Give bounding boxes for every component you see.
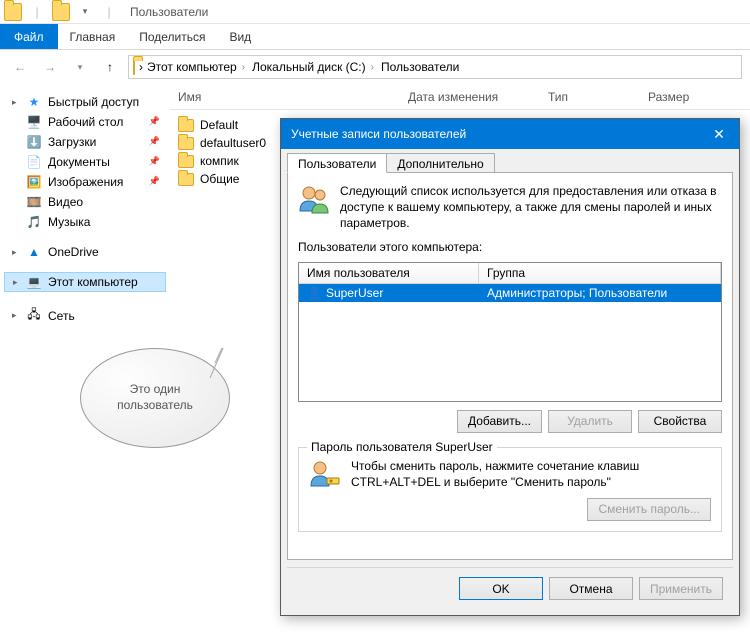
column-headers: Имя Дата изменения Тип Размер <box>170 84 750 110</box>
file-name: Default <box>200 118 238 132</box>
sidebar-this-pc[interactable]: 💻 Этот компьютер <box>4 272 166 292</box>
remove-button[interactable]: Удалить <box>548 410 632 433</box>
dialog-tabs: Пользователи Дополнительно <box>281 149 739 173</box>
forward-button[interactable]: → <box>38 55 62 79</box>
up-button[interactable]: ↑ <box>98 55 122 79</box>
apply-button[interactable]: Применить <box>639 577 723 600</box>
music-icon: 🎵 <box>26 215 42 229</box>
pictures-icon: 🖼️ <box>26 175 42 189</box>
col-group[interactable]: Группа <box>479 263 721 283</box>
tab-view[interactable]: Вид <box>217 24 263 49</box>
users-list-label: Пользователи этого компьютера: <box>298 240 722 254</box>
dialog-body: Следующий список используется для предос… <box>287 172 733 560</box>
col-size[interactable]: Размер <box>640 90 720 104</box>
sidebar-item-downloads[interactable]: ⬇️ Загрузки <box>4 132 166 152</box>
downloads-icon: ⬇️ <box>26 135 42 149</box>
password-hint-text: Чтобы сменить пароль, нажмите сочетание … <box>351 458 711 490</box>
file-name: Общие <box>200 172 239 186</box>
sidebar-item-music[interactable]: 🎵 Музыка <box>4 212 166 232</box>
dialog-titlebar[interactable]: Учетные записи пользователей ✕ <box>281 119 739 149</box>
qat-separator: | <box>28 3 46 21</box>
user-row[interactable]: 👤 SuperUser Администраторы; Пользователи <box>299 284 721 302</box>
videos-icon: 🎞️ <box>26 195 42 209</box>
qat-separator: | <box>100 3 118 21</box>
key-icon <box>309 458 341 490</box>
chevron-right-icon[interactable]: › <box>239 62 248 73</box>
sidebar-quick-access[interactable]: ★ Быстрый доступ <box>4 92 166 112</box>
documents-icon: 📄 <box>26 155 42 169</box>
back-button[interactable]: ← <box>8 55 32 79</box>
ok-button[interactable]: OK <box>459 577 543 600</box>
desktop-icon: 🖥️ <box>26 115 42 129</box>
sidebar-item-documents[interactable]: 📄 Документы <box>4 152 166 172</box>
window-titlebar: | ▾ | Пользователи <box>0 0 750 24</box>
ribbon: Файл Главная Поделиться Вид <box>0 24 750 50</box>
user-accounts-dialog: Учетные записи пользователей ✕ Пользоват… <box>280 118 740 616</box>
sidebar-item-label: OneDrive <box>48 245 99 259</box>
password-groupbox: Пароль пользователя SuperUser Чтобы смен… <box>298 447 722 532</box>
star-icon: ★ <box>26 95 42 109</box>
recent-dropdown[interactable]: ▾ <box>68 55 92 79</box>
sidebar-item-label: Быстрый доступ <box>48 95 139 109</box>
sidebar-item-label: Загрузки <box>48 135 96 149</box>
tab-file[interactable]: Файл <box>0 24 58 49</box>
cancel-button[interactable]: Отмена <box>549 577 633 600</box>
sidebar-item-videos[interactable]: 🎞️ Видео <box>4 192 166 212</box>
sidebar-network[interactable]: 🖧 Сеть <box>4 302 166 329</box>
dialog-title: Учетные записи пользователей <box>291 127 466 141</box>
sidebar-item-label: Этот компьютер <box>48 275 138 289</box>
col-username[interactable]: Имя пользователя <box>299 263 479 283</box>
sidebar-item-label: Документы <box>48 155 110 169</box>
folder-icon <box>4 3 22 21</box>
breadcrumb-users[interactable]: Пользователи <box>381 60 459 74</box>
address-bar[interactable]: › Этот компьютер› Локальный диск (C:)› П… <box>128 55 742 79</box>
cloud-icon: ▲ <box>26 245 42 259</box>
chevron-right-icon[interactable]: › <box>139 60 143 74</box>
folder-icon <box>178 155 194 168</box>
tab-advanced[interactable]: Дополнительно <box>386 153 494 173</box>
users-listview[interactable]: Имя пользователя Группа 👤 SuperUser Админ… <box>298 262 722 402</box>
breadcrumb-drive-c[interactable]: Локальный диск (C:) <box>252 60 366 74</box>
properties-button[interactable]: Свойства <box>638 410 722 433</box>
file-name: компик <box>200 154 239 168</box>
sidebar-item-label: Сеть <box>48 309 75 323</box>
user-group: Администраторы; Пользователи <box>479 284 721 302</box>
user-name: SuperUser <box>326 286 383 300</box>
folder-icon <box>133 60 135 74</box>
add-button[interactable]: Добавить... <box>457 410 542 433</box>
sidebar-onedrive[interactable]: ▲ OneDrive <box>4 242 166 262</box>
user-icon: 👤 <box>307 286 322 300</box>
change-password-button[interactable]: Сменить пароль... <box>587 498 711 521</box>
folder-icon <box>178 137 194 150</box>
file-name: defaultuser0 <box>200 136 266 150</box>
col-date[interactable]: Дата изменения <box>400 90 540 104</box>
chevron-right-icon[interactable]: › <box>368 62 377 73</box>
dialog-footer: OK Отмена Применить <box>287 567 733 609</box>
qat-dropdown-icon[interactable]: ▾ <box>76 3 94 21</box>
col-name[interactable]: Имя <box>170 90 400 104</box>
network-icon: 🖧 <box>26 305 42 326</box>
sidebar-item-pictures[interactable]: 🖼️ Изображения <box>4 172 166 192</box>
sidebar-item-label: Изображения <box>48 175 123 189</box>
computer-icon: 💻 <box>26 275 42 289</box>
sidebar-item-label: Видео <box>48 195 83 209</box>
folder-icon <box>178 119 194 132</box>
users-icon <box>298 183 330 215</box>
tab-users[interactable]: Пользователи <box>287 153 387 173</box>
folder-icon <box>178 173 194 186</box>
window-title: Пользователи <box>130 5 208 19</box>
groupbox-title: Пароль пользователя SuperUser <box>307 440 497 454</box>
sidebar-item-label: Музыка <box>48 215 90 229</box>
folder-icon <box>52 3 70 21</box>
sidebar-item-desktop[interactable]: 🖥️ Рабочий стол <box>4 112 166 132</box>
breadcrumb-this-pc[interactable]: Этот компьютер <box>147 60 237 74</box>
dialog-info-text: Следующий список используется для предос… <box>340 183 722 232</box>
close-button[interactable]: ✕ <box>699 119 739 149</box>
sidebar-item-label: Рабочий стол <box>48 115 123 129</box>
tab-home[interactable]: Главная <box>58 24 128 49</box>
annotation-callout: Это один пользователь <box>80 348 260 468</box>
nav-bar: ← → ▾ ↑ › Этот компьютер› Локальный диск… <box>0 50 750 84</box>
tab-share[interactable]: Поделиться <box>127 24 217 49</box>
col-type[interactable]: Тип <box>540 90 640 104</box>
